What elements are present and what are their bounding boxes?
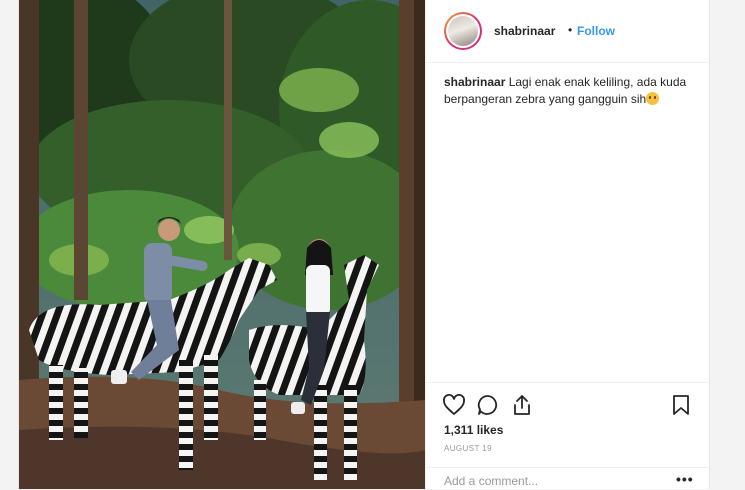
more-options-button[interactable]: ••• [676,471,694,487]
post-photo[interactable] [19,0,425,489]
face-emoji-icon [646,92,660,105]
photo-forest-zebras [19,0,425,489]
caption-username[interactable]: shabrinaar [444,75,505,89]
instagram-post: shabrinaar • Follow shabrinaar Lagi enak… [18,0,710,489]
avatar[interactable] [444,12,482,50]
likes-count[interactable]: 1,311 likes [444,423,503,437]
avatar-image [448,16,478,46]
bookmark-icon[interactable] [669,393,693,417]
separator-dot: • [568,23,573,37]
post-sidebar: shabrinaar • Follow shabrinaar Lagi enak… [425,0,710,489]
avatar-ring [446,14,480,48]
post-header: shabrinaar • Follow [426,0,710,63]
follow-button[interactable]: Follow [577,24,615,38]
comment-input[interactable] [444,474,654,488]
comment-icon[interactable] [476,393,500,417]
post-date[interactable]: AUGUST 19 [444,444,492,453]
caption: shabrinaar Lagi enak enak keliling, ada … [444,74,699,108]
comment-row: ••• [426,467,710,490]
username-link[interactable]: shabrinaar [494,24,555,38]
action-bar: 1,311 likes AUGUST 19 ••• [426,382,710,489]
heart-icon[interactable] [442,393,466,417]
share-icon[interactable] [510,393,534,417]
